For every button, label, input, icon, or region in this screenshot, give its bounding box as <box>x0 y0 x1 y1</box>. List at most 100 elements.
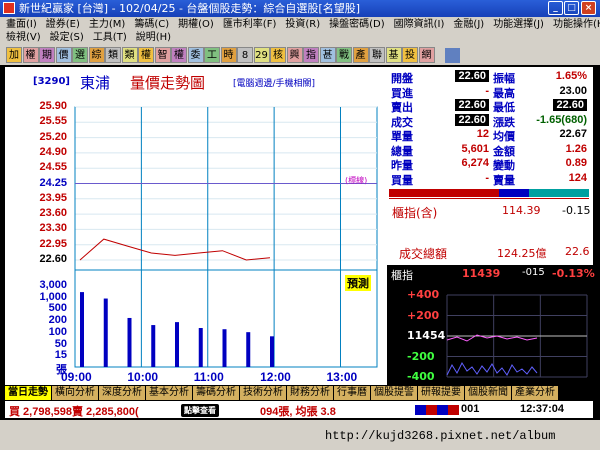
menu2-item-3[interactable]: 說明(H) <box>136 31 171 44</box>
quote-row: 買進 - 最高 23.00 <box>389 84 589 100</box>
menu-item-8[interactable]: 國際資訊(I) <box>394 18 445 31</box>
tab-2[interactable]: 深度分析 <box>99 386 145 400</box>
divider <box>389 198 589 199</box>
menu2-item-1[interactable]: 設定(S) <box>50 31 84 44</box>
volume-bar <box>270 336 274 367</box>
toolbar-button-7[interactable]: 類 <box>121 47 138 63</box>
quote-value: 22.67 <box>559 128 587 140</box>
toolbar-button-3[interactable]: 價 <box>55 47 72 63</box>
toolbar-button-16[interactable]: 核 <box>270 47 286 63</box>
toolbar-button-21[interactable]: 產 <box>352 47 369 63</box>
toolbar-arrow-icon[interactable] <box>445 48 460 63</box>
toolbar-button-9[interactable]: 智 <box>154 47 171 63</box>
otc-index-value: 114.39 <box>502 204 541 217</box>
bid-ask-bar <box>389 189 589 197</box>
price-line <box>79 238 271 261</box>
quote-row: 買量 - 賣量 124 <box>389 171 589 187</box>
tab-10[interactable]: 個股新聞 <box>465 386 511 400</box>
tab-3[interactable]: 基本分析 <box>146 386 192 400</box>
close-button[interactable]: × <box>581 1 596 15</box>
otc-index-title: 櫃指(含) <box>392 206 438 220</box>
menu-item-1[interactable]: 證券(E) <box>46 18 80 31</box>
otc-axis-label: -200 <box>407 349 435 363</box>
analysis-tabs: 當日走勢 橫向分析 深度分析 基本分析 籌碼分析 技術分析 財務分析 行事曆 個股提警 研報提要個… <box>5 386 593 400</box>
toolbar-button-23[interactable]: 基 <box>385 47 402 63</box>
tab-5[interactable]: 技術分析 <box>240 386 286 400</box>
toolbar-button-6[interactable]: 類 <box>105 47 121 63</box>
volume-level-label: 1,000 <box>39 290 67 303</box>
status-trade-summary: 買 2,798,598賣 2,285,800( <box>9 406 139 418</box>
toolbar-button-20[interactable]: 戰 <box>336 47 352 63</box>
toolbar-button-10[interactable]: 權 <box>171 47 187 63</box>
toolbar-button-1[interactable]: 權 <box>22 47 39 63</box>
menu-item-11[interactable]: 功能操作(H) <box>553 18 600 31</box>
toolbar-button-17[interactable]: 興 <box>286 47 303 63</box>
toolbar-button-11[interactable]: 委 <box>187 47 204 63</box>
quote-value: -1.65(680) <box>536 113 587 126</box>
toolbar-button-0[interactable]: 加 <box>6 47 22 63</box>
otc-mini-chart[interactable]: 櫃指 11439 -015 -0.13% +400 +200 11454 -200 -4… <box>387 265 595 385</box>
menu-item-3[interactable]: 籌碼(C) <box>134 18 169 31</box>
tab-9[interactable]: 研報提要 <box>418 386 464 400</box>
window-title: 新世紀贏家 [台灣] - 102/04/25 - 台盤個股走勢：綜合自選股[名望… <box>19 2 360 15</box>
menu-item-2[interactable]: 主力(M) <box>89 18 125 31</box>
time-label: 12:00 <box>260 370 291 384</box>
status-badge[interactable]: 點擊查看 <box>181 404 219 417</box>
volume-bar <box>151 325 156 367</box>
tab-0[interactable]: 當日走勢 <box>5 386 51 400</box>
price-level-label: 24.25 <box>39 176 67 189</box>
price-level-label: 23.30 <box>39 222 67 235</box>
price-level-label: 23.95 <box>39 191 67 204</box>
status-time: 12:37:04 <box>520 403 565 415</box>
toolbar-button-2[interactable]: 期 <box>39 47 55 63</box>
tab-6[interactable]: 財務分析 <box>287 386 333 400</box>
toolbar-button-19[interactable]: 甚 <box>319 47 336 63</box>
toolbar-button-24[interactable]: 投 <box>402 47 418 63</box>
toolbar-button-22[interactable]: 聯 <box>369 47 385 63</box>
toolbar-button-4[interactable]: 選 <box>72 47 88 63</box>
quote-value: - <box>485 171 489 184</box>
volume-bar <box>246 332 251 367</box>
tab-1[interactable]: 橫向分析 <box>52 386 98 400</box>
quote-value: 124 <box>568 171 587 184</box>
menu-item-5[interactable]: 匯市利率(F) <box>223 18 277 31</box>
chart-panel: [3290] 東浦 量價走勢圖 [電腦週邊/手機相關] 25.90 25.55 25… <box>5 67 385 385</box>
menu-item-10[interactable]: 功能選擇(J) <box>493 18 544 31</box>
menu2-item-2[interactable]: 工具(T) <box>93 31 127 44</box>
menu-item-6[interactable]: 投資(R) <box>285 18 320 31</box>
quote-row: 賣出 22.60 最低 22.60 <box>389 99 589 114</box>
main-panel: [3290] 東浦 量價走勢圖 [電腦週邊/手機相關] 25.90 25.55 25… <box>5 67 595 385</box>
tab-4[interactable]: 籌碼分析 <box>193 386 239 400</box>
quote-row: 開盤 22.60 振幅 1.65% <box>389 70 589 85</box>
menu-item-9[interactable]: 金融(J) <box>453 18 484 31</box>
quote-value: 22.60 <box>553 99 587 111</box>
tab-8[interactable]: 個股提警 <box>371 386 417 400</box>
toolbar-button-25[interactable]: 網 <box>418 47 435 63</box>
toolbar-button-15[interactable]: 29 <box>253 47 270 63</box>
market-color-bar <box>415 405 459 415</box>
maximize-button[interactable]: □ <box>564 1 579 15</box>
quote-value: 23.00 <box>559 84 587 97</box>
toolbar-button-13[interactable]: 時 <box>220 47 237 63</box>
toolbar-button-8[interactable]: 權 <box>138 47 154 63</box>
toolbar-button-12[interactable]: 工 <box>204 47 220 63</box>
toolbar-button-5[interactable]: 綜 <box>88 47 105 63</box>
quote-row: 成交 22.60 漲跌 -1.65(680) <box>389 113 589 129</box>
status-code: 001 <box>461 403 480 415</box>
menu-item-0[interactable]: 畫面(I) <box>6 18 37 31</box>
otc-axis-label: -400 <box>407 370 435 383</box>
predict-button[interactable]: 預測 <box>345 275 371 291</box>
tab-11[interactable]: 產業分析 <box>512 386 558 400</box>
toolbar-button-18[interactable]: 指 <box>303 47 319 63</box>
time-label: 11:00 <box>193 370 224 384</box>
menu-item-4[interactable]: 期權(O) <box>178 18 214 31</box>
quote-value: 1.26 <box>565 142 587 155</box>
minimize-button[interactable]: _ <box>548 1 563 15</box>
toolbar-button-14[interactable]: 8 <box>237 47 253 63</box>
time-label: 13:00 <box>326 370 358 384</box>
menu-bar: 畫面(I) 證券(E) 主力(M) 籌碼(C) 期權(O) 匯市利率(F) 投資(R) 操盤密… <box>0 17 600 45</box>
toolbar: 加權期價選綜類類權智權委工時 8 29 核興指甚戰產聯基投網 <box>0 45 600 65</box>
tab-7[interactable]: 行事曆 <box>334 386 370 400</box>
menu2-item-0[interactable]: 檢視(V) <box>6 31 41 44</box>
menu-item-7[interactable]: 操盤密碼(D) <box>329 18 385 31</box>
